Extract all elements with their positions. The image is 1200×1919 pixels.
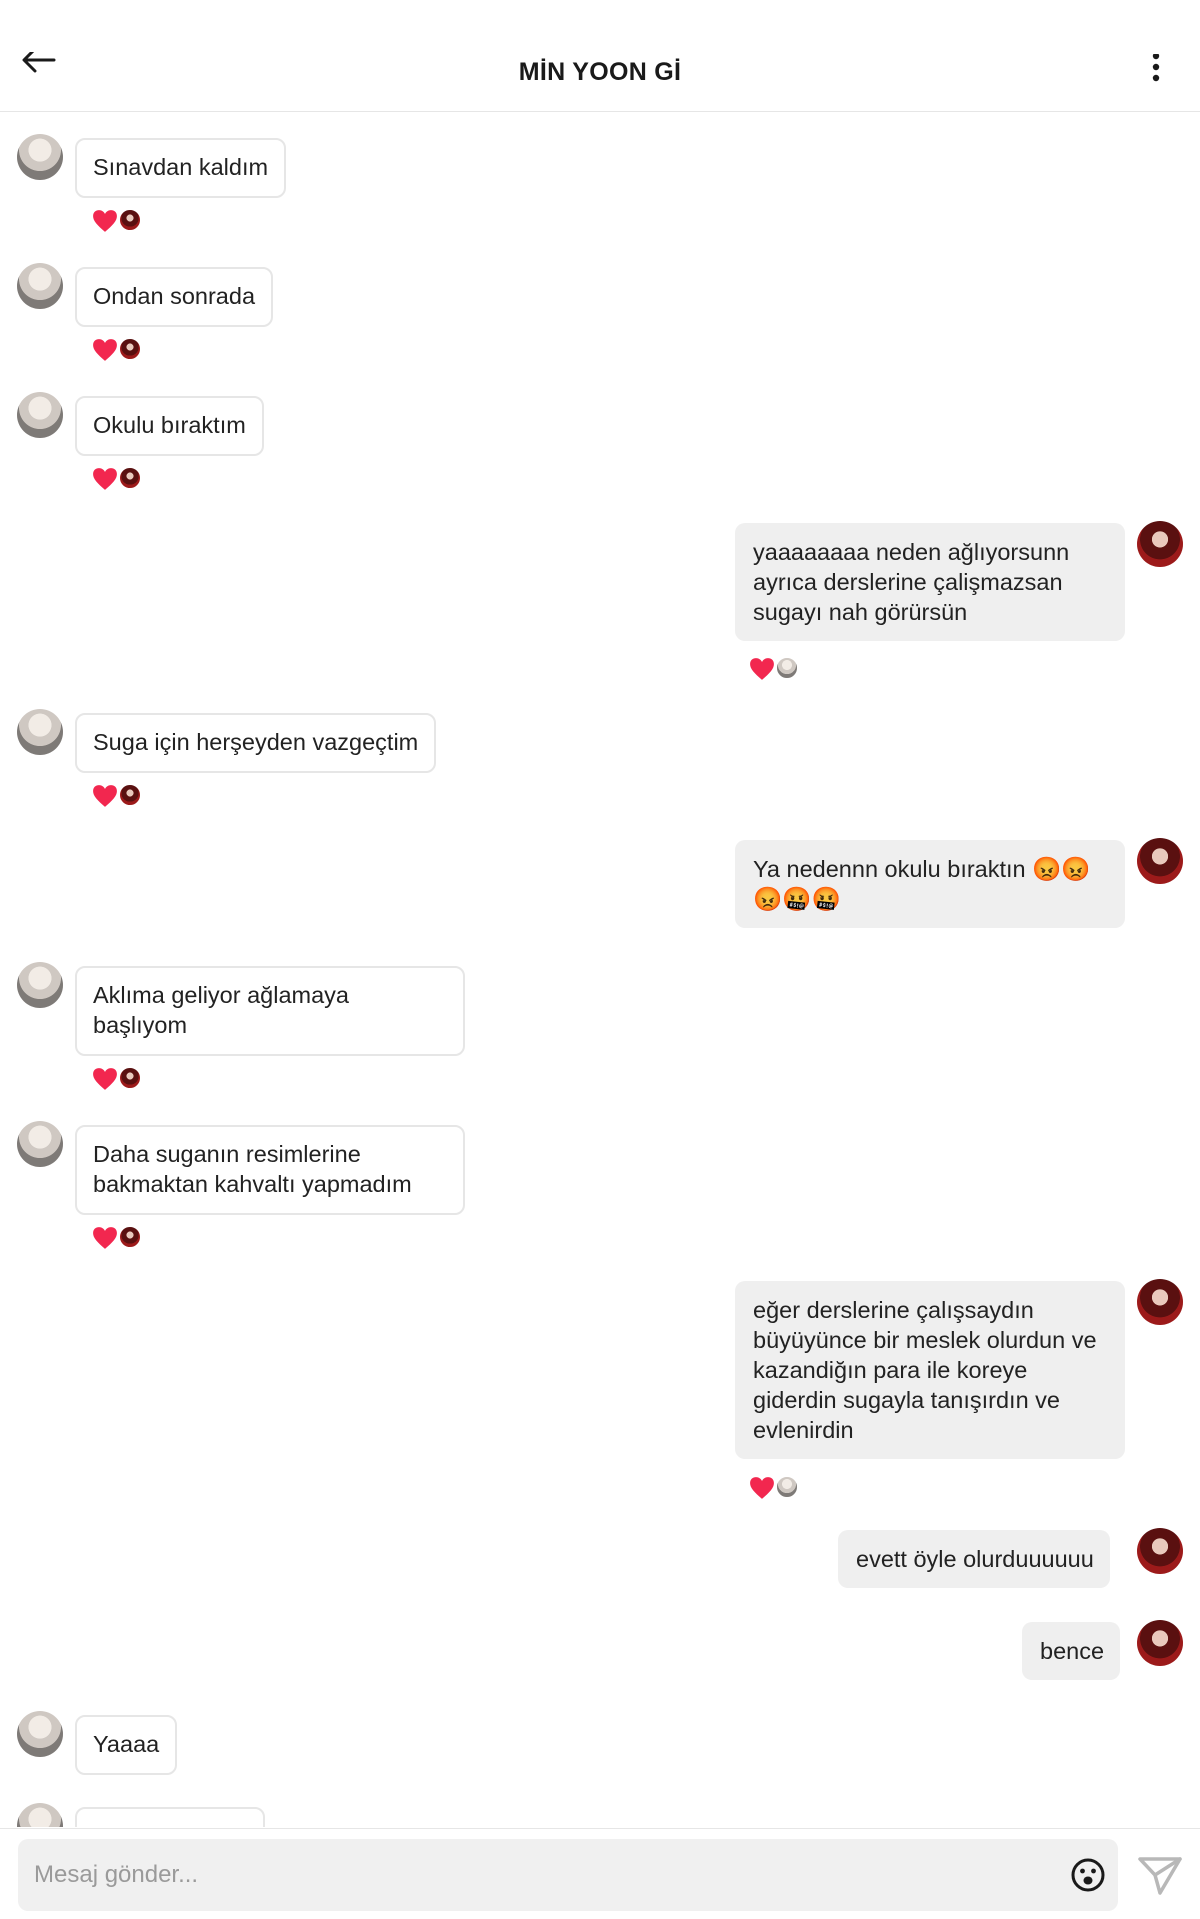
reactor-avatar: [118, 208, 142, 232]
message-input[interactable]: [34, 1839, 1034, 1911]
sender-avatar[interactable]: [17, 1803, 63, 1827]
message-text: Okulu bıraktım: [93, 412, 246, 438]
own-avatar[interactable]: [1137, 521, 1183, 567]
heart-icon: [750, 658, 774, 680]
message-text: Daha suganın resimlerine bakmaktan kahva…: [93, 1141, 412, 1197]
sender-avatar[interactable]: [17, 1121, 63, 1167]
reactor-avatar: [775, 656, 799, 680]
message-reaction[interactable]: [92, 207, 148, 233]
sender-avatar[interactable]: [17, 962, 63, 1008]
emoji-button[interactable]: [1070, 1857, 1106, 1893]
incoming-message[interactable]: [75, 1807, 265, 1827]
paper-plane-icon: [1138, 1857, 1182, 1895]
message-text: yaaaaaaaa neden ağlıyorsunn ayrıca dersl…: [753, 539, 1070, 625]
heart-icon: [93, 1227, 117, 1249]
message-list[interactable]: Sınavdan kaldım Ondan sonrada Okulu bıra…: [0, 113, 1200, 1827]
heart-icon: [93, 210, 117, 232]
sender-avatar[interactable]: [17, 1711, 63, 1757]
sender-avatar[interactable]: [17, 134, 63, 180]
message-reaction[interactable]: [92, 782, 148, 808]
message-text: Yaaaa: [93, 1731, 160, 1757]
chat-title: MİN YOON Gİ: [518, 58, 682, 86]
message-reaction[interactable]: [749, 1474, 805, 1500]
incoming-message[interactable]: Suga için herşeyden vazgeçtim: [75, 713, 437, 773]
incoming-message[interactable]: Sınavdan kaldım: [75, 138, 287, 198]
message-text: Aklıma geliyor ağlamaya başlıyom: [93, 982, 349, 1038]
reactor-avatar: [118, 1225, 142, 1249]
heart-icon: [93, 785, 117, 807]
message-reaction[interactable]: [92, 1065, 148, 1091]
message-text: eğer derslerine çalışsaydın büyüyünce bi…: [753, 1297, 1097, 1443]
reactor-avatar: [118, 1066, 142, 1090]
message-input-container[interactable]: [18, 1839, 1118, 1911]
reactor-avatar: [118, 337, 142, 361]
message-reaction[interactable]: [92, 336, 148, 362]
incoming-message[interactable]: Ondan sonrada: [75, 267, 274, 327]
sender-avatar[interactable]: [17, 263, 63, 309]
message-reaction[interactable]: [92, 465, 148, 491]
message-text: Sınavdan kaldım: [93, 154, 269, 180]
outgoing-message[interactable]: bence: [1022, 1622, 1121, 1680]
message-text: bence: [1040, 1638, 1105, 1664]
outgoing-message[interactable]: eğer derslerine çalışsaydın büyüyünce bi…: [735, 1281, 1125, 1459]
own-avatar[interactable]: [1137, 1279, 1183, 1325]
reactor-avatar: [118, 466, 142, 490]
outgoing-message[interactable]: evett öyle olurduuuuuu: [838, 1530, 1110, 1588]
message-text: evett öyle olurduuuuuu: [856, 1546, 1094, 1572]
incoming-message[interactable]: Daha suganın resimlerine bakmaktan kahva…: [75, 1125, 465, 1215]
own-avatar[interactable]: [1137, 838, 1183, 884]
more-options-button[interactable]: [1140, 52, 1172, 94]
message-composer: [0, 1828, 1200, 1919]
message-reaction[interactable]: [92, 1224, 148, 1250]
smiley-face-icon: [1071, 1858, 1105, 1892]
sender-avatar[interactable]: [17, 709, 63, 755]
incoming-message[interactable]: Okulu bıraktım: [75, 396, 264, 456]
outgoing-message[interactable]: yaaaaaaaa neden ağlıyorsunn ayrıca dersl…: [735, 523, 1125, 641]
message-text: Ondan sonrada: [93, 283, 256, 309]
reactor-avatar: [118, 783, 142, 807]
own-avatar[interactable]: [1137, 1528, 1183, 1574]
heart-icon: [93, 339, 117, 361]
message-text: Ya nedennn okulu bıraktın 😡😡 😡🤬🤬: [753, 856, 1091, 912]
outgoing-message[interactable]: Ya nedennn okulu bıraktın 😡😡 😡🤬🤬: [735, 840, 1125, 928]
vertical-ellipsis-icon: [1152, 52, 1160, 82]
chat-header: MİN YOON Gİ: [0, 0, 1200, 112]
send-button[interactable]: [1138, 1853, 1184, 1899]
heart-icon: [93, 1068, 117, 1090]
reactor-avatar: [775, 1475, 799, 1499]
incoming-message[interactable]: Yaaaa: [75, 1715, 178, 1775]
heart-icon: [93, 468, 117, 490]
incoming-message[interactable]: Aklıma geliyor ağlamaya başlıyom: [75, 966, 465, 1056]
own-avatar[interactable]: [1137, 1620, 1183, 1666]
message-reaction[interactable]: [749, 655, 805, 681]
message-text: Suga için herşeyden vazgeçtim: [93, 729, 419, 755]
heart-icon: [750, 1477, 774, 1499]
sender-avatar[interactable]: [17, 392, 63, 438]
